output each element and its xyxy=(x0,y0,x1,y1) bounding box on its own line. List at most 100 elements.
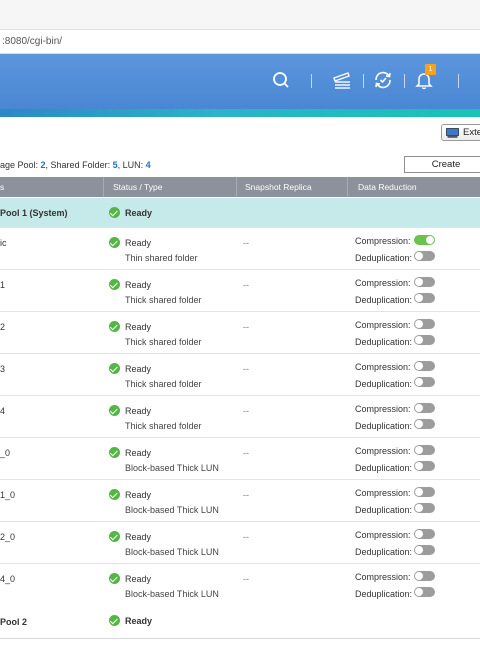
item-type: Thick shared folder xyxy=(125,421,202,431)
compression-label: Compression: xyxy=(355,404,411,414)
table-row[interactable]: 2_0 Ready Block-based Thick LUN -- Compressi… xyxy=(0,522,480,564)
deduplication-toggle[interactable] xyxy=(414,335,435,345)
deduplication-label: Deduplication: xyxy=(355,337,413,347)
compression-toggle[interactable] xyxy=(414,361,435,371)
external-device-icon xyxy=(446,127,459,138)
compression-label: Compression: xyxy=(355,362,411,372)
summary-folder-label: , Shared Folder: xyxy=(45,160,113,170)
compression-toggle[interactable] xyxy=(414,529,435,539)
deduplication-label: Deduplication: xyxy=(355,505,413,515)
item-type: Block-based Thick LUN xyxy=(125,505,219,515)
ready-check-icon xyxy=(109,321,120,332)
column-header-data-reduction[interactable]: Data Reduction xyxy=(358,182,417,192)
item-type: Thick shared folder xyxy=(125,337,202,347)
compression-toggle[interactable] xyxy=(414,319,435,329)
item-type: Thin shared folder xyxy=(125,253,198,263)
ready-check-icon xyxy=(109,447,120,458)
ready-check-icon xyxy=(109,489,120,500)
bell-icon[interactable]: 1 xyxy=(411,64,437,93)
table-row[interactable]: 1 Ready Thick shared folder -- Compression: D… xyxy=(0,270,480,312)
item-name: 4_0 xyxy=(0,574,16,584)
ready-check-icon xyxy=(109,237,120,248)
table-header: s Status / Type Snapshot Replica Data Re… xyxy=(0,177,480,197)
item-name: 2 xyxy=(0,322,6,332)
compression-label: Compression: xyxy=(355,236,411,246)
compression-toggle[interactable] xyxy=(414,571,435,581)
create-button[interactable]: Create xyxy=(404,156,480,173)
compression-toggle[interactable] xyxy=(414,235,435,245)
item-name: 1 xyxy=(0,280,6,290)
snapshot-replica-value: -- xyxy=(243,364,249,374)
pool-row[interactable]: Pool 1 (System) Ready xyxy=(0,198,480,228)
search-icon[interactable] xyxy=(268,67,294,93)
deduplication-label: Deduplication: xyxy=(355,589,413,599)
item-name: 2_0 xyxy=(0,532,16,542)
pool-status: Ready xyxy=(125,616,153,626)
ready-check-icon xyxy=(109,531,120,542)
compression-toggle[interactable] xyxy=(414,487,435,497)
deduplication-toggle[interactable] xyxy=(414,251,435,261)
deduplication-label: Deduplication: xyxy=(355,379,413,389)
app-header: 1 xyxy=(0,54,480,109)
snapshot-replica-value: -- xyxy=(243,448,249,458)
url-text[interactable]: :8080/cgi-bin/ xyxy=(2,36,62,47)
header-divider xyxy=(458,74,459,88)
column-header-snapshot-replica[interactable]: Snapshot Replica xyxy=(245,182,312,192)
ready-check-icon xyxy=(109,363,120,374)
header-divider xyxy=(363,74,364,88)
deduplication-label: Deduplication: xyxy=(355,547,413,557)
compression-toggle[interactable] xyxy=(414,403,435,413)
notification-badge: 1 xyxy=(425,64,436,75)
column-divider xyxy=(236,177,237,197)
compression-toggle[interactable] xyxy=(414,277,435,287)
item-status: Ready xyxy=(125,406,152,416)
address-bar[interactable]: :8080/cgi-bin/ xyxy=(0,30,480,54)
summary-pool-label: age Pool: xyxy=(0,160,41,170)
external-device-button[interactable]: Exte xyxy=(441,124,480,141)
tasks-icon[interactable] xyxy=(329,67,355,93)
column-divider xyxy=(347,177,348,197)
pool-row[interactable]: Pool 2 Ready xyxy=(0,605,480,639)
compression-toggle[interactable] xyxy=(414,445,435,455)
item-status: Ready xyxy=(125,532,152,542)
table-row[interactable]: 1_0 Ready Block-based Thick LUN -- Compressi… xyxy=(0,480,480,522)
external-device-label: Exte xyxy=(463,127,480,138)
item-status: Ready xyxy=(125,238,152,248)
deduplication-toggle[interactable] xyxy=(414,377,435,387)
column-header-name[interactable]: s xyxy=(0,182,4,192)
item-name: 3 xyxy=(0,364,6,374)
table-row[interactable]: _0 Ready Block-based Thick LUN -- Compressio… xyxy=(0,438,480,480)
item-type: Block-based Thick LUN xyxy=(125,463,219,473)
compression-label: Compression: xyxy=(355,572,411,582)
compression-label: Compression: xyxy=(355,278,411,288)
item-status: Ready xyxy=(125,490,152,500)
item-type: Thick shared folder xyxy=(125,379,202,389)
snapshot-replica-value: -- xyxy=(243,406,249,416)
compression-label: Compression: xyxy=(355,320,411,330)
table-row[interactable]: 2 Ready Thick shared folder -- Compression: D… xyxy=(0,312,480,354)
sync-icon[interactable] xyxy=(370,67,396,93)
snapshot-replica-value: -- xyxy=(243,280,249,290)
deduplication-toggle[interactable] xyxy=(414,461,435,471)
column-divider xyxy=(103,177,104,197)
deduplication-toggle[interactable] xyxy=(414,545,435,555)
column-header-status[interactable]: Status / Type xyxy=(113,182,162,192)
snapshot-replica-value: -- xyxy=(243,574,249,584)
table-row[interactable]: ic Ready Thin shared folder -- Compression: D… xyxy=(0,228,480,270)
table-row[interactable]: 4 Ready Thick shared folder -- Compression: D… xyxy=(0,396,480,438)
deduplication-toggle[interactable] xyxy=(414,419,435,429)
item-type: Thick shared folder xyxy=(125,295,202,305)
table-row[interactable]: 4_0 Ready Block-based Thick LUN -- Compressi… xyxy=(0,564,480,606)
compression-label: Compression: xyxy=(355,488,411,498)
deduplication-label: Deduplication: xyxy=(355,421,413,431)
table-row[interactable]: 3 Ready Thick shared folder -- Compression: D… xyxy=(0,354,480,396)
deduplication-label: Deduplication: xyxy=(355,253,413,263)
item-status: Ready xyxy=(125,280,152,290)
item-name: ic xyxy=(0,238,7,248)
pool-status: Ready xyxy=(125,208,153,218)
deduplication-toggle[interactable] xyxy=(414,503,435,513)
deduplication-toggle[interactable] xyxy=(414,587,435,597)
ready-check-icon xyxy=(109,279,120,290)
deduplication-toggle[interactable] xyxy=(414,293,435,303)
item-name: _0 xyxy=(0,448,11,458)
